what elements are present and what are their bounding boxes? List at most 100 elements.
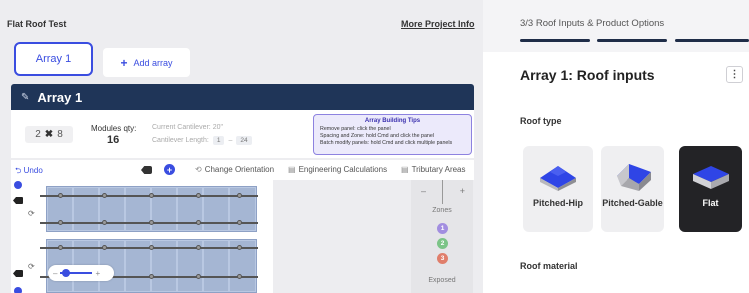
zone-1-badge[interactable]: 1: [437, 223, 448, 234]
zones-minus-button[interactable]: –: [421, 186, 426, 196]
document-icon: ▤: [401, 165, 409, 174]
tip-line: Spacing and Zone: hold Cmd and click the…: [320, 133, 434, 139]
engineering-calculations-button[interactable]: ▤ Engineering Calculations: [288, 165, 387, 174]
zoom-in-icon[interactable]: +: [95, 269, 100, 278]
undo-label: Undo: [23, 166, 43, 175]
solar-panel[interactable]: [203, 187, 229, 231]
clamp-dot[interactable]: [58, 245, 63, 250]
pitched-hip-roof-icon: [540, 166, 576, 191]
add-panel-icon[interactable]: +: [164, 164, 175, 175]
zones-plus-button[interactable]: +: [460, 186, 465, 196]
clamp-dot[interactable]: [149, 245, 154, 250]
array-tab-1[interactable]: Array 1: [14, 42, 93, 76]
blue-dot-icon[interactable]: [14, 181, 22, 189]
pitched-gable-roof-icon: [616, 164, 651, 191]
clamp-dot[interactable]: [237, 220, 242, 225]
clamp-dot[interactable]: [196, 220, 201, 225]
roof-material-label: Roof material: [520, 261, 578, 271]
cantilever-separator: –: [228, 137, 233, 144]
solar-panel[interactable]: [73, 187, 99, 231]
cantilever-min-input[interactable]: 1: [212, 136, 225, 145]
solar-panel[interactable]: [151, 187, 177, 231]
clamp-dot[interactable]: [237, 193, 242, 198]
add-array-button[interactable]: + Add array: [103, 48, 190, 77]
progress-step-3: [675, 39, 749, 42]
cantilever-max-input[interactable]: 24: [236, 136, 252, 145]
roof-type-pitched-gable[interactable]: Pitched-Gable: [601, 146, 664, 232]
blue-dot-icon[interactable]: [14, 287, 22, 293]
clamp-dot[interactable]: [149, 220, 154, 225]
current-cantilever: Current Cantilever: 20": [152, 124, 223, 131]
roof-type-pitched-hip[interactable]: Pitched-Hip: [523, 146, 593, 232]
array-builder-pane: Flat Roof Test More Project Info Array 1…: [0, 0, 483, 293]
zones-stepper: – +: [421, 184, 465, 198]
more-options-button[interactable]: ⋮: [726, 66, 743, 83]
erase-icon[interactable]: [141, 166, 152, 174]
step-header: 3/3 Roof Inputs & Product Options: [483, 0, 749, 52]
rotate-row-icon[interactable]: ⟳: [28, 209, 35, 218]
tributary-areas-label: Tributary Areas: [411, 165, 466, 174]
roof-inputs-pane: 3/3 Roof Inputs & Product Options Array …: [483, 0, 749, 293]
clamp-dot[interactable]: [102, 193, 107, 198]
zone-3-badge[interactable]: 3: [437, 253, 448, 264]
zone-2-badge[interactable]: 2: [437, 238, 448, 249]
roof-type-label: Roof type: [520, 116, 562, 126]
solar-panel[interactable]: [125, 187, 151, 231]
tips-title: Array Building Tips: [364, 118, 421, 124]
modules-qty-value: 16: [107, 134, 120, 146]
clamp-dot[interactable]: [149, 193, 154, 198]
progress-step-2: [597, 39, 667, 42]
tributary-areas-button[interactable]: ▤ Tributary Areas: [401, 165, 466, 174]
engineering-calculations-label: Engineering Calculations: [298, 165, 388, 174]
change-orientation-label: Change Orientation: [204, 165, 275, 174]
array-header-bar: ✎ Array 1: [11, 84, 474, 110]
clamp-dot[interactable]: [102, 220, 107, 225]
clamp-dot[interactable]: [196, 274, 201, 279]
document-icon: ▤: [288, 165, 296, 174]
step-title: 3/3 Roof Inputs & Product Options: [520, 18, 665, 29]
zones-label: Zones: [432, 207, 452, 214]
times-icon: ✖: [44, 129, 54, 140]
modules-qty-label: Modules qty:: [91, 124, 137, 133]
zones-panel: – + Zones 1 2 3 Exposed: [411, 180, 473, 293]
clamp-dot[interactable]: [196, 193, 201, 198]
undo-icon: ⮌: [15, 166, 22, 175]
clamp-dot[interactable]: [196, 245, 201, 250]
clamp-dot[interactable]: [237, 245, 242, 250]
undo-button[interactable]: ⮌ Undo: [15, 165, 43, 179]
add-array-label: Add array: [133, 57, 173, 68]
clamp-dot[interactable]: [149, 274, 154, 279]
clamp-dot[interactable]: [58, 220, 63, 225]
plus-icon: +: [120, 55, 128, 70]
zoom-track[interactable]: [60, 269, 93, 277]
more-project-info-link[interactable]: More Project Info: [401, 19, 475, 29]
roof-type-label-text: Flat: [702, 198, 719, 208]
rotate-icon: ⟲: [195, 165, 202, 174]
roof-type-label-text: Pitched-Gable: [602, 198, 663, 208]
exposed-label: Exposed: [428, 277, 456, 284]
zoom-out-icon[interactable]: –: [53, 269, 57, 278]
zoom-slider[interactable]: – +: [48, 265, 114, 281]
change-orientation-button[interactable]: ⟲ Change Orientation: [195, 165, 274, 174]
array-title: Array 1: [37, 89, 83, 105]
cantilever-length-label: Cantilever Length:: [152, 137, 209, 144]
array-info-bar: 2 ✖ 8 Modules qty: 16 Current Cantilever…: [11, 110, 474, 158]
progress-step-1: [520, 39, 590, 42]
clamp-dot[interactable]: [102, 245, 107, 250]
tip-line: Batch modify panels: hold Cmd and click …: [320, 140, 453, 146]
roof-type-flat[interactable]: Flat: [679, 146, 742, 232]
rotate-row-icon[interactable]: ⟳: [28, 262, 35, 271]
tip-line: Remove panel: click the panel: [320, 126, 391, 132]
flat-roof-icon: [692, 166, 729, 189]
solar-panel[interactable]: [229, 187, 256, 231]
cantilever-length: Cantilever Length: 1 – 24: [152, 136, 252, 145]
array-rows: 2: [35, 129, 41, 140]
array-cols: 8: [57, 129, 63, 140]
clamp-dot[interactable]: [58, 193, 63, 198]
roof-type-label-text: Pitched-Hip: [532, 198, 583, 208]
zoom-knob[interactable]: [62, 269, 71, 277]
project-name: Flat Roof Test: [7, 19, 67, 29]
clamp-dot[interactable]: [237, 274, 242, 279]
pencil-icon[interactable]: ✎: [21, 92, 29, 103]
array-dimensions[interactable]: 2 ✖ 8: [25, 126, 73, 143]
